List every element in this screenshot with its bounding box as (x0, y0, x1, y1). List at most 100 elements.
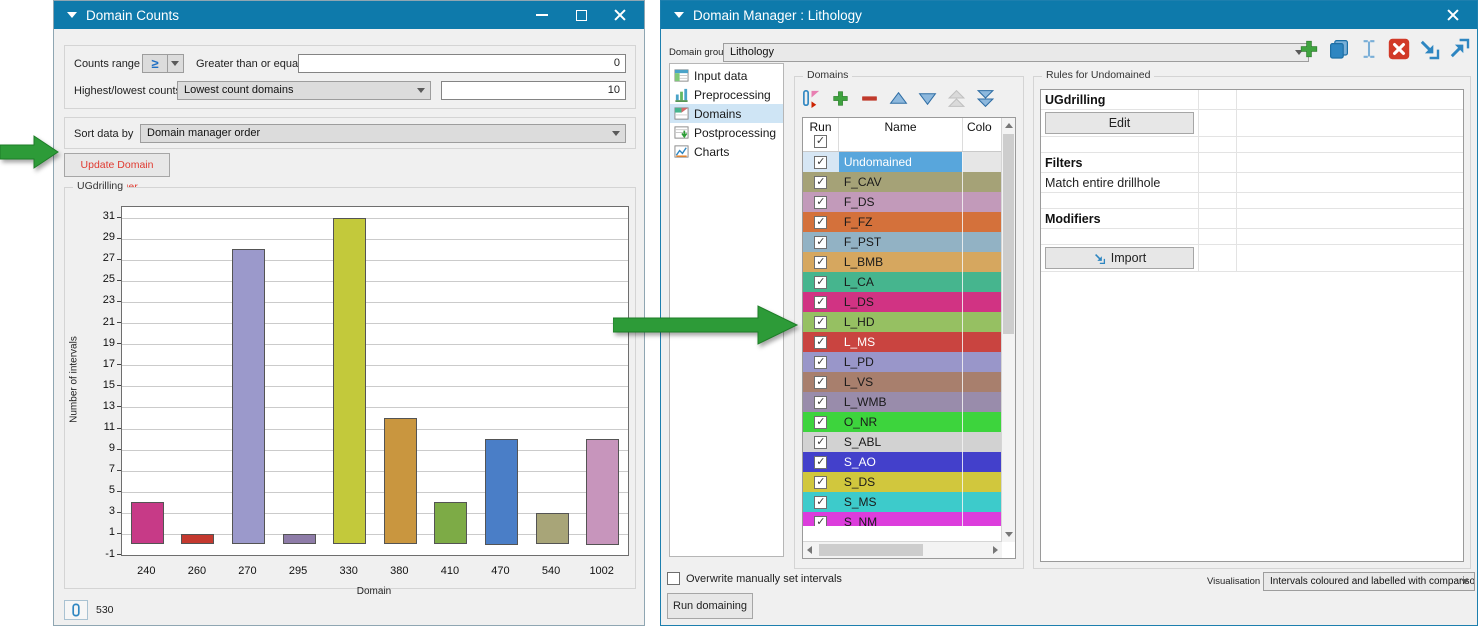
delete-icon[interactable] (1387, 37, 1411, 61)
domain-row-s_nm[interactable]: ✓S_NM (803, 512, 1001, 526)
domain-color-cell[interactable] (962, 452, 1001, 472)
scrollbar-thumb[interactable] (819, 544, 923, 556)
visualisation-dropdown[interactable]: Intervals coloured and labelled with com… (1263, 572, 1475, 591)
domain-color-cell[interactable] (962, 232, 1001, 252)
run-checkbox[interactable]: ✓ (814, 256, 827, 269)
select-all-checkbox[interactable]: ✓ (814, 135, 827, 148)
overwrite-checkbox[interactable] (667, 572, 680, 585)
domain-color-cell[interactable] (962, 492, 1001, 512)
run-checkbox[interactable]: ✓ (814, 436, 827, 449)
dock-in-icon[interactable] (1417, 37, 1441, 61)
run-checkbox[interactable]: ✓ (814, 396, 827, 409)
run-checkbox[interactable]: ✓ (814, 456, 827, 469)
scroll-right-icon[interactable] (993, 546, 998, 554)
run-checkbox[interactable]: ✓ (814, 356, 827, 369)
add-icon[interactable] (830, 88, 851, 109)
run-checkbox[interactable]: ✓ (814, 476, 827, 489)
domain-row-f_ds[interactable]: ✓F_DS (803, 192, 1001, 212)
domain-color-cell[interactable] (962, 152, 1001, 172)
domain-color-cell[interactable] (962, 212, 1001, 232)
run-checkbox[interactable]: ✓ (814, 316, 827, 329)
move-up-icon[interactable] (888, 88, 909, 109)
domain-row-l_ca[interactable]: ✓L_CA (803, 272, 1001, 292)
copy-icon[interactable] (1327, 37, 1351, 61)
domain-color-cell[interactable] (962, 192, 1001, 212)
domain-color-cell[interactable] (962, 512, 1001, 526)
domain-row-s_ao[interactable]: ✓S_AO (803, 452, 1001, 472)
scrollbar-thumb[interactable] (1003, 134, 1014, 334)
close-icon[interactable] (614, 9, 626, 21)
run-checkbox[interactable]: ✓ (814, 236, 827, 249)
run-checkbox[interactable]: ✓ (814, 376, 827, 389)
rename-icon[interactable] (1357, 37, 1381, 61)
edit-button[interactable]: Edit (1045, 112, 1194, 134)
domain-color-cell[interactable] (962, 252, 1001, 272)
domain-group-dropdown[interactable]: Lithology (723, 43, 1309, 62)
run-checkbox[interactable]: ✓ (814, 216, 827, 229)
count-limit-input[interactable]: 10 (441, 81, 626, 100)
run-checkbox[interactable]: ✓ (814, 156, 827, 169)
run-checkbox[interactable]: ✓ (814, 336, 827, 349)
domain-row-l_pd[interactable]: ✓L_PD (803, 352, 1001, 372)
domain-color-cell[interactable] (962, 372, 1001, 392)
interval-count-icon[interactable] (64, 600, 88, 620)
domain-row-s_ds[interactable]: ✓S_DS (803, 472, 1001, 492)
domain-row-l_bmb[interactable]: ✓L_BMB (803, 252, 1001, 272)
move-to-top-icon[interactable] (946, 88, 967, 109)
greater-than-input[interactable]: 0 (298, 54, 626, 73)
sidebar-item-domains[interactable]: Domains (670, 104, 783, 123)
run-checkbox[interactable]: ✓ (814, 516, 827, 527)
scroll-left-icon[interactable] (807, 546, 812, 554)
domain-row-s_ms[interactable]: ✓S_MS (803, 492, 1001, 512)
import-button[interactable]: Import (1045, 247, 1194, 269)
domain-color-cell[interactable] (962, 412, 1001, 432)
domain-manager-titlebar[interactable]: Domain Manager : Lithology (661, 1, 1477, 29)
move-to-bottom-icon[interactable] (975, 88, 996, 109)
run-domaining-button[interactable]: Run domaining (667, 593, 753, 619)
sidebar-item-postprocessing[interactable]: Postprocessing (670, 123, 783, 142)
domain-color-cell[interactable] (962, 472, 1001, 492)
run-checkbox[interactable]: ✓ (814, 496, 827, 509)
counts-range-operator-dropdown[interactable]: ≥ (142, 54, 184, 73)
highest-lowest-dropdown[interactable]: Lowest count domains (177, 81, 431, 100)
domain-color-cell[interactable] (962, 432, 1001, 452)
domain-row-l_vs[interactable]: ✓L_VS (803, 372, 1001, 392)
update-domain-manager-button[interactable]: Update Domain Manager (64, 153, 170, 177)
domain-color-cell[interactable] (962, 332, 1001, 352)
domain-row-o_nr[interactable]: ✓O_NR (803, 412, 1001, 432)
minimize-icon[interactable] (536, 9, 548, 21)
scroll-up-icon[interactable] (1005, 123, 1013, 128)
maximize-icon[interactable] (575, 9, 587, 21)
add-icon[interactable] (1297, 37, 1321, 61)
run-checkbox[interactable]: ✓ (814, 176, 827, 189)
domain-color-cell[interactable] (962, 352, 1001, 372)
domain-color-cell[interactable] (962, 172, 1001, 192)
dock-out-icon[interactable] (1447, 37, 1471, 61)
run-checkbox[interactable]: ✓ (814, 276, 827, 289)
domain-row-l_wmb[interactable]: ✓L_WMB (803, 392, 1001, 412)
domain-color-cell[interactable] (962, 272, 1001, 292)
vertical-scrollbar[interactable] (1001, 118, 1015, 542)
sidebar-item-preprocessing[interactable]: Preprocessing (670, 85, 783, 104)
domain-color-cell[interactable] (962, 292, 1001, 312)
name-column-header[interactable]: Name (839, 118, 963, 151)
domain-counts-titlebar[interactable]: Domain Counts (54, 1, 644, 29)
split-insert-icon[interactable] (801, 88, 822, 109)
domain-row-l_ds[interactable]: ✓L_DS (803, 292, 1001, 312)
close-icon[interactable] (1447, 9, 1459, 21)
move-down-icon[interactable] (917, 88, 938, 109)
run-checkbox[interactable]: ✓ (814, 296, 827, 309)
sidebar-item-input-data[interactable]: Input data (670, 66, 783, 85)
domain-color-cell[interactable] (962, 312, 1001, 332)
domain-row-undomained[interactable]: ✓Undomained (803, 152, 1001, 172)
sort-dropdown[interactable]: Domain manager order (140, 124, 626, 143)
scroll-down-icon[interactable] (1005, 532, 1013, 537)
run-checkbox[interactable]: ✓ (814, 196, 827, 209)
domain-color-cell[interactable] (962, 392, 1001, 412)
sidebar-item-charts[interactable]: Charts (670, 142, 783, 161)
domain-row-f_fz[interactable]: ✓F_FZ (803, 212, 1001, 232)
domain-row-f_pst[interactable]: ✓F_PST (803, 232, 1001, 252)
run-checkbox[interactable]: ✓ (814, 416, 827, 429)
domain-row-s_abl[interactable]: ✓S_ABL (803, 432, 1001, 452)
color-column-header[interactable]: Colo (963, 118, 1001, 151)
